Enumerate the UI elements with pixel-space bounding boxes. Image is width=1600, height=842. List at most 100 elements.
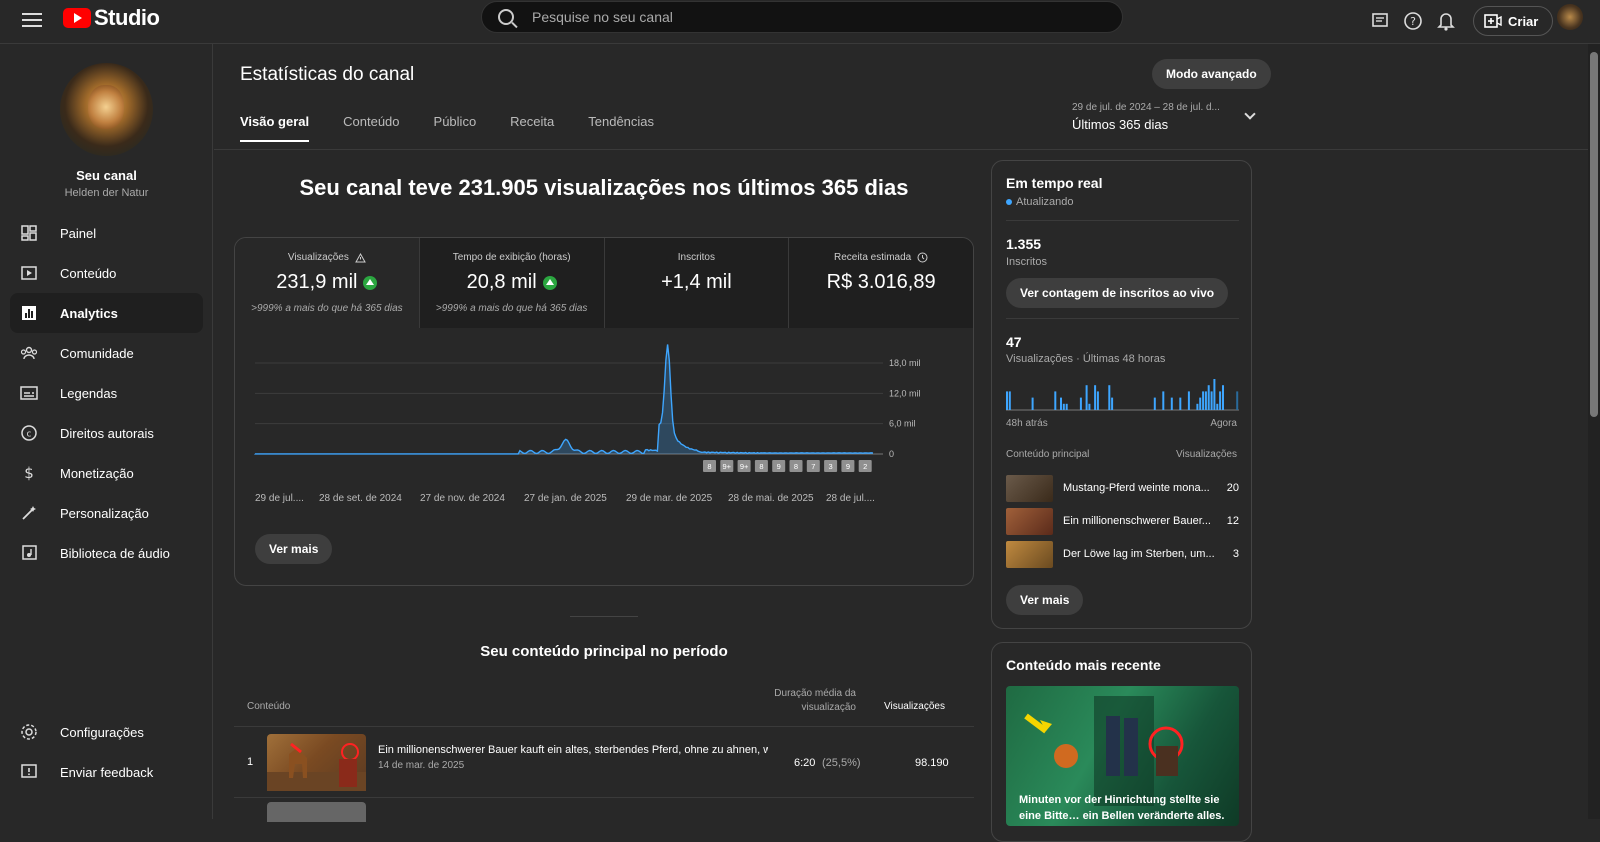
rt-bar[interactable] — [1094, 385, 1097, 410]
rt-bar[interactable] — [1204, 391, 1207, 410]
sidebar-item-monetizacao[interactable]: $ Monetização — [10, 453, 203, 493]
tab-0[interactable]: Visão geral — [240, 114, 310, 142]
rt-bar[interactable] — [1210, 391, 1213, 410]
video-marker-badge[interactable]: 8 — [703, 460, 716, 472]
tab-1[interactable]: Conteúdo — [343, 114, 399, 142]
rt-bar[interactable] — [1054, 391, 1057, 410]
sidebar-item-direitos-autorais[interactable]: c Direitos autorais — [10, 413, 203, 453]
video-marker-badge[interactable]: 3 — [824, 460, 838, 472]
video-thumbnail[interactable] — [267, 734, 366, 791]
menu-icon[interactable] — [22, 9, 42, 29]
list-item[interactable]: Ein millionenschwerer Bauer... 12 — [1006, 508, 1239, 536]
sidebar-item-comunidade[interactable]: Comunidade — [10, 333, 203, 373]
date-range-selector[interactable]: 29 de jul. de 2024 – 28 de jul. d... Últ… — [1072, 102, 1272, 132]
rt-bar[interactable] — [1153, 397, 1156, 410]
sidebar-item-analytics[interactable]: Analytics — [10, 293, 203, 333]
video-marker-badge[interactable]: 9 — [772, 460, 786, 472]
rt-bar[interactable] — [1079, 397, 1082, 410]
list-item[interactable]: Der Löwe lag im Sterben, um... 3 — [1006, 541, 1239, 569]
rt-bar[interactable] — [1065, 403, 1068, 410]
metric-card[interactable]: Tempo de exibição (horas) 20,8 mil >999% a… — [419, 238, 605, 328]
help-icon[interactable]: ? — [1401, 9, 1425, 33]
rt-bar[interactable] — [1213, 379, 1216, 410]
row-title[interactable]: Ein millionenschwerer Bauer kauft ein al… — [378, 744, 768, 756]
account-avatar[interactable] — [1557, 4, 1583, 30]
tab-2[interactable]: Público — [434, 114, 477, 142]
channel-avatar[interactable] — [60, 63, 153, 156]
rt-bar[interactable] — [1108, 385, 1111, 410]
row-date: 14 de mar. de 2025 — [378, 760, 465, 771]
video-marker-badge[interactable]: 9+ — [737, 460, 751, 472]
rt-bar[interactable] — [1222, 385, 1224, 410]
rt-bar[interactable] — [1162, 391, 1165, 410]
rt-bar[interactable] — [1207, 385, 1210, 410]
sidebar-item-legendas[interactable]: Legendas — [10, 373, 203, 413]
x-tick-label: 28 de set. de 2024 — [319, 493, 402, 504]
recent-video-thumbnail[interactable]: Minuten vor der Hinrichtung stellte sie … — [1006, 686, 1239, 826]
realtime-status: Atualizando — [1006, 196, 1074, 208]
rt-bar[interactable] — [1008, 391, 1011, 410]
rt-bar[interactable] — [1031, 397, 1034, 410]
comments-icon[interactable] — [1368, 9, 1392, 33]
video-marker-badge[interactable]: 7 — [806, 460, 820, 472]
search-input[interactable] — [532, 9, 1092, 25]
video-thumbnail[interactable] — [1006, 508, 1053, 535]
sidebar-item-conteudo[interactable]: Conteúdo — [10, 253, 203, 293]
video-marker-badge[interactable]: 8 — [754, 460, 768, 472]
video-marker-badge[interactable]: 2 — [858, 460, 872, 472]
rt-bar[interactable] — [1062, 403, 1065, 410]
rt-bar[interactable] — [1199, 397, 1202, 410]
table-row[interactable]: 1 Ein millionenschwerer Bauer kauft ein … — [234, 728, 974, 798]
rt-bar[interactable] — [1236, 391, 1239, 410]
sidebar-item-enviar-feedback[interactable]: Enviar feedback — [10, 752, 203, 792]
sidebar-item-configuracoes[interactable]: Configurações — [10, 712, 203, 752]
rt-bar[interactable] — [1219, 391, 1222, 410]
top-content-title: Seu conteúdo principal no período — [480, 643, 728, 660]
realtime-see-more-button[interactable]: Ver mais — [1006, 585, 1084, 615]
video-thumbnail[interactable] — [1006, 475, 1053, 502]
views-line[interactable] — [254, 344, 874, 455]
rt-bar[interactable] — [1196, 403, 1199, 410]
top-content-header: Conteúdo Duração média da visualização V… — [234, 687, 974, 727]
tab-3[interactable]: Receita — [510, 114, 554, 142]
sidebar-item-biblioteca-de-audio[interactable]: Biblioteca de áudio — [10, 533, 203, 573]
rt-bar[interactable] — [1179, 397, 1182, 410]
rt-bar[interactable] — [1111, 397, 1114, 410]
rt-bar[interactable] — [1085, 385, 1088, 410]
rt-bar[interactable] — [1202, 391, 1205, 410]
metric-card[interactable]: Visualizações 231,9 mil >999% a mais do qu… — [235, 238, 420, 328]
tab-4[interactable]: Tendências — [588, 114, 654, 142]
sidebar-item-painel[interactable]: Painel — [10, 213, 203, 253]
overview-card: Visualizações 231,9 mil >999% a mais do qu… — [234, 237, 974, 586]
list-item[interactable]: Mustang-Pferd weinte mona... 20 — [1006, 475, 1239, 503]
create-button[interactable]: Criar — [1473, 6, 1554, 36]
live-count-button[interactable]: Ver contagem de inscritos ao vivo — [1006, 278, 1229, 308]
see-more-button[interactable]: Ver mais — [255, 534, 333, 564]
page-scrollbar[interactable] — [1588, 44, 1600, 819]
studio-logo[interactable]: Studio — [63, 5, 160, 31]
rt-bar[interactable] — [1060, 397, 1062, 410]
video-marker-badge[interactable]: 9+ — [720, 460, 734, 472]
dashboard-icon — [20, 224, 38, 242]
metric-card[interactable]: Receita estimada R$ 3.016,89 — [789, 238, 973, 328]
rt-bar[interactable] — [1187, 391, 1190, 410]
create-video-icon — [1484, 14, 1502, 28]
video-thumbnail[interactable] — [267, 802, 366, 822]
sidebar-item-personalizacao[interactable]: Personalização — [10, 493, 203, 533]
bell-icon[interactable] — [1434, 9, 1458, 33]
video-marker-badge[interactable]: 9 — [841, 460, 855, 472]
video-marker-badge[interactable]: 8 — [789, 460, 803, 472]
youtube-play-icon — [63, 8, 91, 28]
scrollbar-thumb[interactable] — [1590, 52, 1598, 417]
advanced-mode-button[interactable]: Modo avançado — [1152, 59, 1271, 89]
rt-bar[interactable] — [1088, 403, 1091, 410]
rt-bar[interactable] — [1096, 391, 1099, 410]
rt-bar[interactable] — [1006, 391, 1008, 410]
video-thumbnail[interactable] — [1006, 541, 1053, 568]
metric-card[interactable]: Inscritos +1,4 mil — [604, 238, 790, 328]
rt-bar[interactable] — [1216, 403, 1219, 410]
search-icon[interactable] — [498, 9, 514, 25]
rt-bar[interactable] — [1170, 397, 1173, 410]
column-views[interactable]: Visualizações — [884, 701, 945, 712]
column-duration[interactable]: Duração média da visualização — [754, 687, 856, 715]
